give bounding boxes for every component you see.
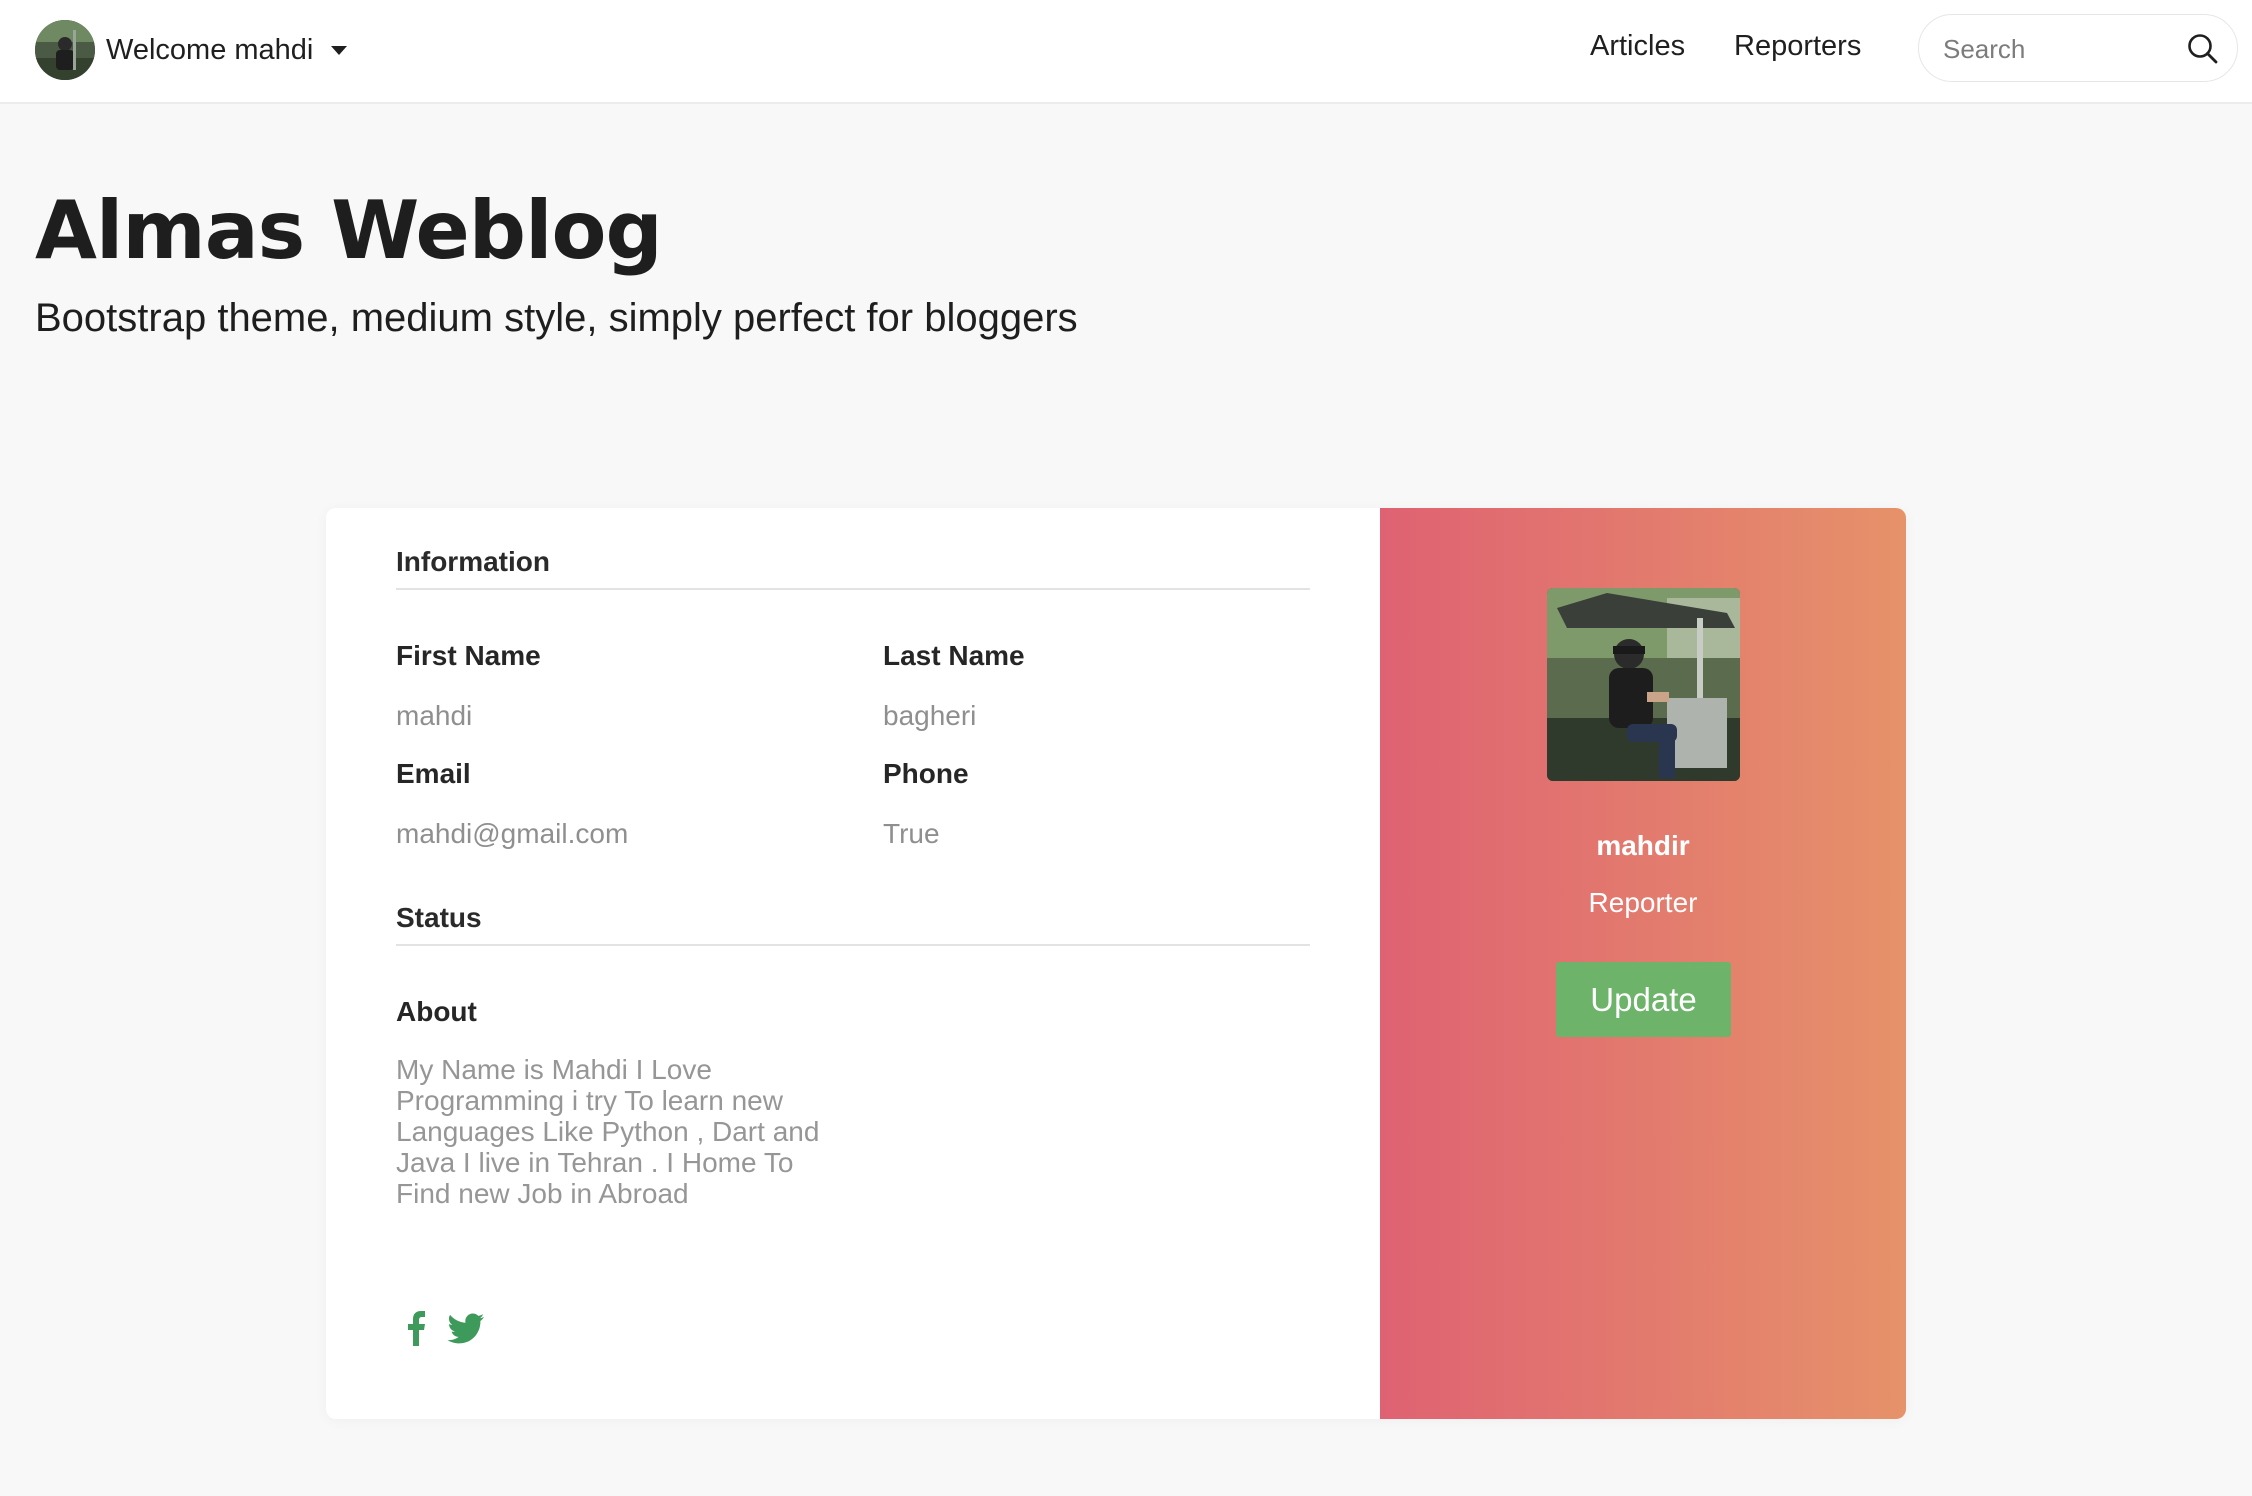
phone-label: Phone [883,758,969,789]
first-name-value: mahdi [396,700,473,731]
email-value: mahdi@gmail.com [396,818,629,849]
search-input[interactable] [1943,29,2183,69]
phone-value: True [883,818,940,849]
caret-down-icon [331,45,348,55]
search-box [1918,14,2238,82]
about-label: About [396,996,477,1027]
status-heading: Status [396,902,1310,946]
welcome-text: Welcome mahdi [106,33,314,66]
nav-link-reporters[interactable]: Reporters [1734,30,1861,63]
site-title: Almas Weblog [35,184,663,277]
information-heading: Information [396,546,1310,590]
profile-photo [1547,588,1740,781]
user-menu-dropdown[interactable]: Welcome mahdi [35,19,348,81]
last-name-label: Last Name [883,640,1025,671]
twitter-icon[interactable] [446,1308,486,1348]
user-avatar [35,20,95,80]
last-name-value: bagheri [883,700,977,731]
update-button[interactable]: Update [1556,962,1731,1037]
facebook-icon[interactable] [396,1308,436,1348]
navbar: Welcome mahdi Articles Reporters [0,0,2252,104]
site-subtitle: Bootstrap theme, medium style, simply pe… [35,296,1078,340]
information-panel: Information First Name mahdi Last Name b… [326,508,1380,1419]
profile-role: Reporter [1588,887,1698,918]
profile-sidebar: mahdir Reporter Update [1380,508,1906,1419]
nav-link-articles[interactable]: Articles [1590,30,1685,63]
email-label: Email [396,758,471,789]
about-text: My Name is Mahdi I Love Programming i tr… [396,1054,820,1209]
search-icon[interactable] [2185,31,2221,67]
first-name-label: First Name [396,640,541,671]
profile-card: Information First Name mahdi Last Name b… [326,508,1906,1419]
profile-username: mahdir [1596,830,1690,861]
